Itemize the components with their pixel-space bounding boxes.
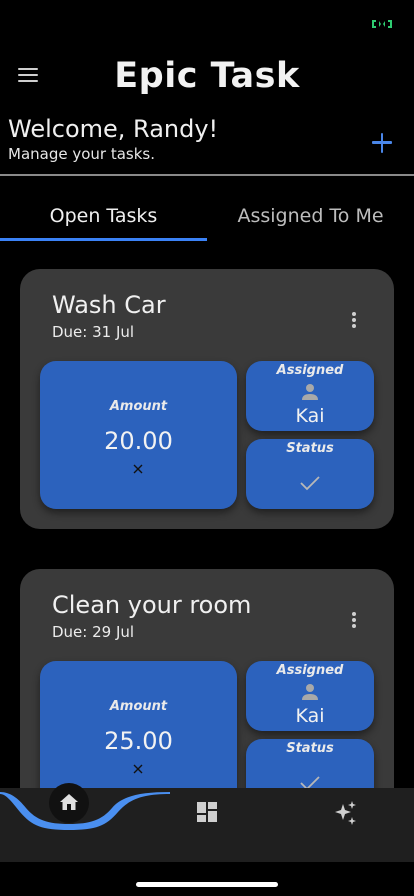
bottom-navigation — [0, 783, 414, 862]
home-indicator[interactable] — [136, 882, 278, 887]
amount-label: Amount — [109, 699, 168, 714]
app-bar: Epic Task — [0, 50, 414, 106]
welcome-title: Welcome, Randy! — [8, 115, 219, 143]
amount-value: 25.00 — [104, 727, 173, 755]
assigned-tile[interactable]: Assigned Kai — [246, 661, 374, 731]
check-icon — [300, 476, 320, 491]
task-name: Wash Car — [52, 291, 166, 319]
nav-home[interactable] — [49, 783, 89, 823]
task-name: Clean your room — [52, 591, 252, 619]
assignee-name: Kai — [295, 405, 325, 427]
assignee-name: Kai — [295, 705, 325, 727]
battery-icon — [372, 20, 392, 28]
assigned-label: Assigned — [276, 363, 344, 378]
home-icon — [60, 794, 78, 810]
amount-tile[interactable]: Amount 20.00 — [40, 361, 237, 509]
person-icon — [302, 684, 318, 700]
close-icon — [133, 464, 143, 474]
task-due-date: Due: 29 Jul — [52, 623, 135, 641]
more-options-icon[interactable] — [348, 612, 360, 630]
close-icon — [133, 764, 143, 774]
status-label: Status — [286, 741, 334, 756]
amount-label: Amount — [109, 399, 168, 414]
app-title: Epic Task — [114, 56, 300, 96]
assigned-tile[interactable]: Assigned Kai — [246, 361, 374, 431]
tab-bar: Open Tasks Assigned To Me — [0, 190, 414, 242]
status-label: Status — [286, 441, 334, 456]
add-task-button[interactable] — [368, 128, 396, 156]
task-card[interactable]: Wash Car Due: 31 Jul Amount 20.00 Assign… — [20, 269, 394, 529]
assigned-label: Assigned — [276, 663, 344, 678]
person-icon — [302, 384, 318, 400]
status-bar — [0, 0, 414, 50]
more-options-icon[interactable] — [348, 312, 360, 330]
welcome-subtitle: Manage your tasks. — [8, 145, 156, 163]
header-divider — [0, 174, 414, 176]
tab-open-tasks[interactable]: Open Tasks — [0, 190, 207, 242]
sparkle-icon[interactable] — [332, 800, 358, 826]
status-tile[interactable]: Status — [246, 439, 374, 509]
tab-indicator — [0, 238, 207, 241]
dashboard-icon[interactable] — [196, 801, 218, 823]
amount-value: 20.00 — [104, 427, 173, 455]
welcome-section: Welcome, Randy! Manage your tasks. — [8, 114, 218, 164]
task-due-date: Due: 31 Jul — [52, 323, 135, 341]
tab-assigned-to-me[interactable]: Assigned To Me — [207, 190, 414, 242]
